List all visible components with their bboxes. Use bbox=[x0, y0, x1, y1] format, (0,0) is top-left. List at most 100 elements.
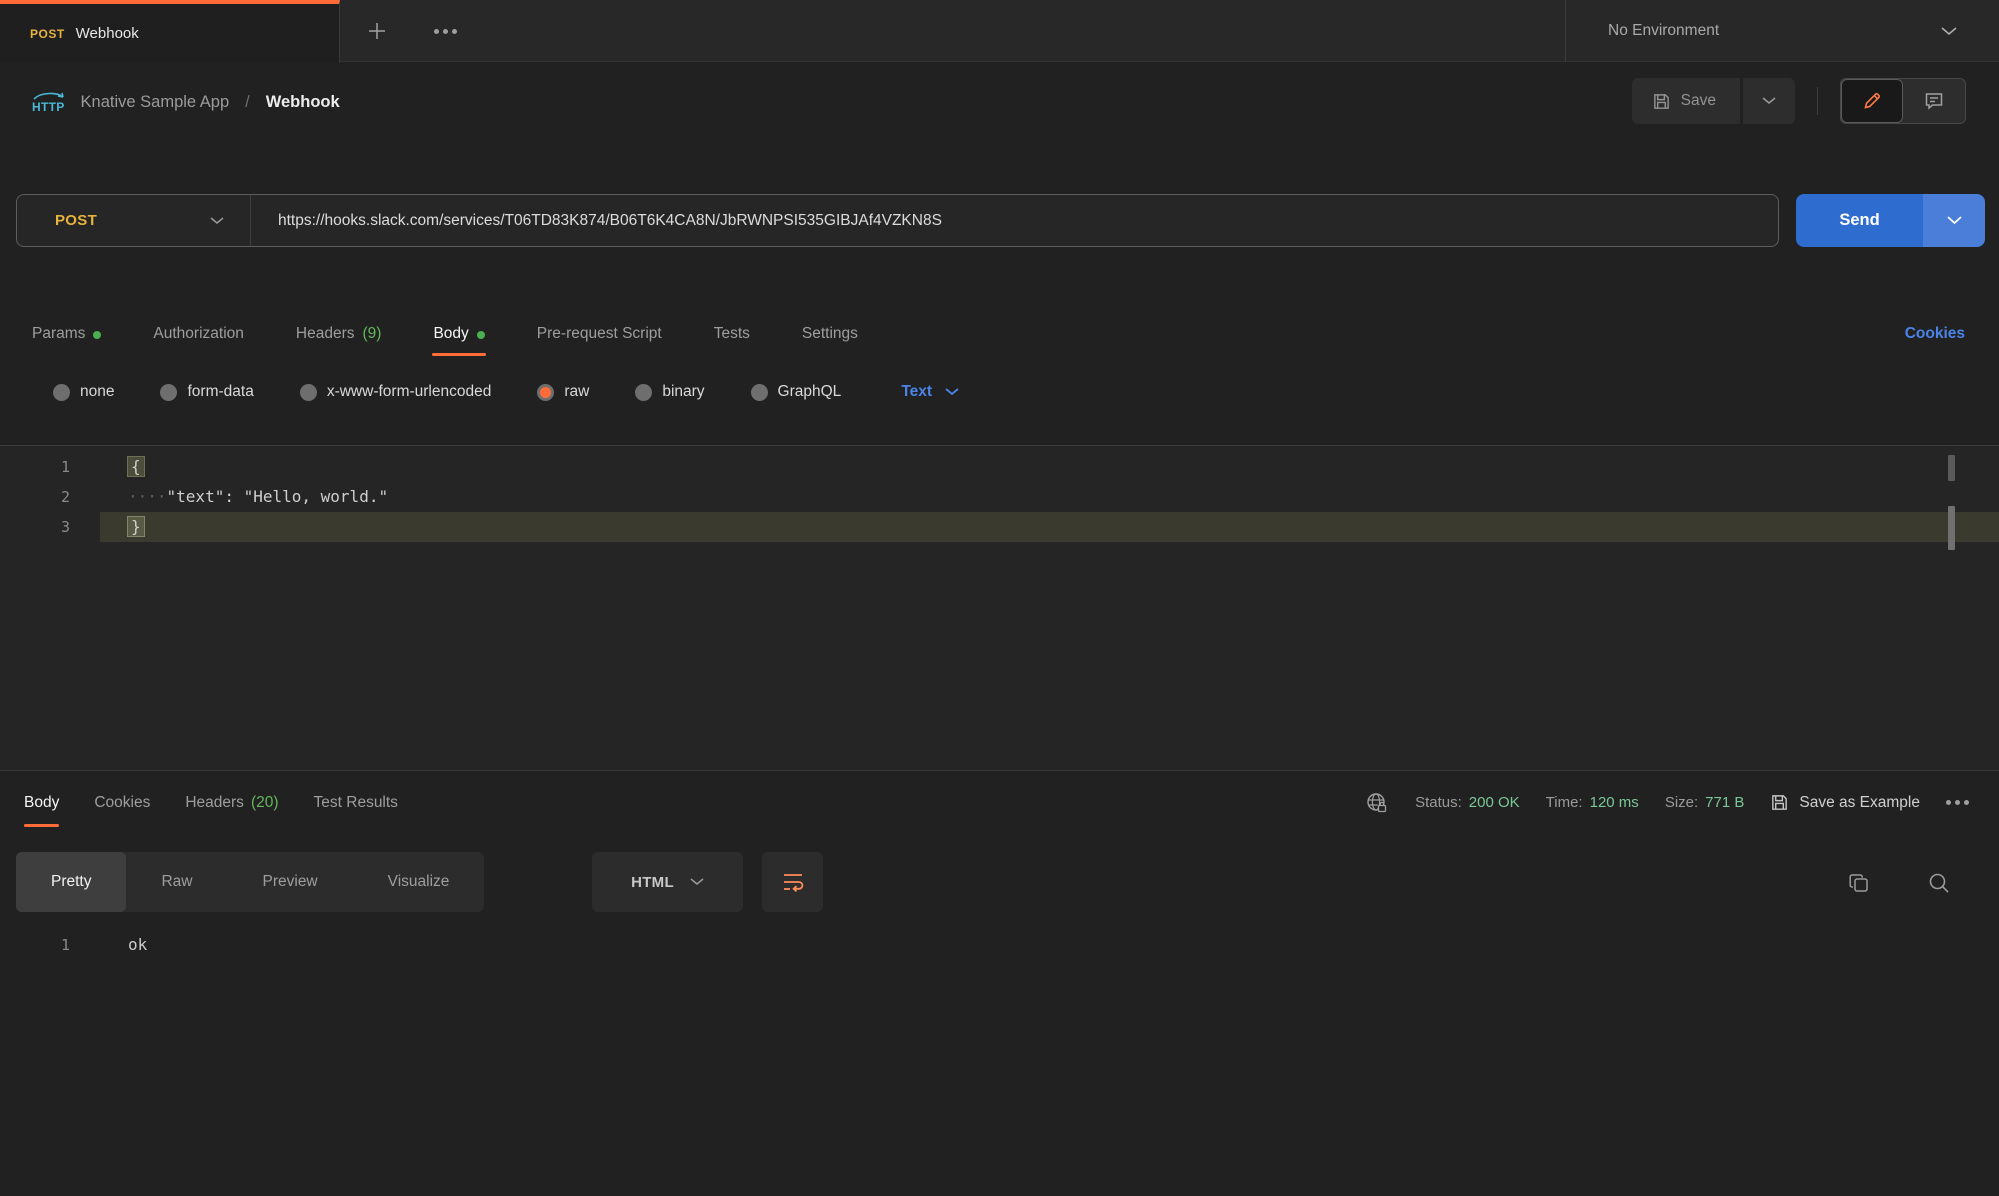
response-toolbar: Pretty Raw Preview Visualize HTML bbox=[0, 852, 1999, 912]
view-pretty[interactable]: Pretty bbox=[16, 852, 126, 912]
chevron-down-icon bbox=[1762, 97, 1776, 105]
chevron-down-icon bbox=[690, 878, 704, 886]
copy-response-button[interactable] bbox=[1846, 870, 1872, 896]
method-selector[interactable]: POST bbox=[17, 195, 251, 246]
response-tab-cookies[interactable]: Cookies bbox=[94, 778, 150, 827]
request-tab-webhook[interactable]: POST Webhook bbox=[0, 0, 340, 63]
chevron-down-icon bbox=[1941, 27, 1957, 36]
comments-button[interactable] bbox=[1903, 79, 1965, 123]
headers-count: (9) bbox=[362, 325, 381, 343]
cookies-link[interactable]: Cookies bbox=[1905, 325, 1965, 343]
tab-authorization[interactable]: Authorization bbox=[153, 312, 243, 356]
view-raw[interactable]: Raw bbox=[126, 852, 227, 912]
wrap-lines-button[interactable] bbox=[762, 852, 823, 912]
method-value: POST bbox=[55, 212, 97, 229]
tab-options-button[interactable] bbox=[428, 14, 462, 48]
response-tab-headers[interactable]: Headers (20) bbox=[185, 778, 278, 827]
comment-icon bbox=[1924, 91, 1944, 111]
response-tabs: Body Cookies Headers (20) Test Results bbox=[0, 778, 1200, 827]
chevron-down-icon bbox=[1947, 216, 1962, 225]
tab-params[interactable]: Params bbox=[32, 312, 101, 356]
save-as-example-button[interactable]: Save as Example bbox=[1770, 793, 1920, 812]
time-value: 120 ms bbox=[1590, 794, 1639, 811]
size-value: 771 B bbox=[1705, 794, 1744, 811]
radio-x-www-form-urlencoded[interactable]: x-www-form-urlencoded bbox=[300, 383, 492, 401]
status-value: 200 OK bbox=[1469, 794, 1520, 811]
radio-graphql[interactable]: GraphQL bbox=[751, 383, 842, 401]
radio-form-data[interactable]: form-data bbox=[160, 383, 253, 401]
send-options-button[interactable] bbox=[1923, 194, 1985, 247]
view-visualize[interactable]: Visualize bbox=[353, 852, 485, 912]
copy-icon bbox=[1848, 872, 1870, 894]
wrap-text-icon bbox=[781, 871, 805, 893]
save-icon bbox=[1770, 793, 1789, 812]
save-options-button[interactable] bbox=[1743, 78, 1795, 124]
radio-icon bbox=[53, 384, 70, 401]
more-options-icon bbox=[434, 29, 457, 34]
line-number: 3 bbox=[0, 512, 100, 542]
send-button[interactable]: Send bbox=[1796, 194, 1923, 247]
breadcrumb-separator: / bbox=[245, 93, 250, 112]
save-split-button: Save bbox=[1632, 78, 1795, 124]
radio-none[interactable]: none bbox=[53, 383, 114, 401]
raw-format-selector[interactable]: Text bbox=[901, 383, 959, 401]
postman-window: POST Webhook No Environment HTTP Knative… bbox=[0, 0, 1999, 1196]
response-body[interactable]: 1 ok bbox=[0, 930, 1999, 960]
whitespace-dots: ···· bbox=[128, 487, 167, 506]
search-response-button[interactable] bbox=[1926, 870, 1952, 896]
tab-body[interactable]: Body bbox=[433, 312, 484, 356]
save-icon bbox=[1652, 92, 1671, 111]
plus-icon bbox=[366, 20, 388, 42]
response-format-selector[interactable]: HTML bbox=[592, 852, 743, 912]
editor-line: 1 { bbox=[0, 452, 1999, 482]
new-tab-button[interactable] bbox=[360, 14, 394, 48]
response-view-switch: Pretty Raw Preview Visualize bbox=[16, 852, 484, 912]
view-preview[interactable]: Preview bbox=[228, 852, 353, 912]
radio-icon bbox=[635, 384, 652, 401]
url-input[interactable]: https://hooks.slack.com/services/T06TD83… bbox=[251, 212, 1778, 230]
bracket-highlight: { bbox=[128, 457, 144, 476]
search-icon bbox=[1927, 871, 1951, 895]
save-label: Save bbox=[1681, 92, 1716, 110]
response-tab-test-results[interactable]: Test Results bbox=[314, 778, 398, 827]
send-split-button: Send bbox=[1796, 194, 1985, 247]
save-button[interactable]: Save bbox=[1632, 78, 1740, 124]
tab-title: Webhook bbox=[76, 25, 139, 42]
request-tabs: Params Authorization Headers (9) Body Pr… bbox=[0, 312, 1999, 356]
response-headers-count: (20) bbox=[251, 794, 279, 812]
network-globe-lock-icon[interactable] bbox=[1365, 791, 1389, 815]
radio-icon-selected bbox=[537, 384, 554, 401]
environment-selector[interactable]: No Environment bbox=[1565, 0, 1999, 62]
line-number: 1 bbox=[0, 452, 100, 482]
divider bbox=[1817, 87, 1818, 115]
tab-headers[interactable]: Headers (9) bbox=[296, 312, 382, 356]
http-protocol-icon: HTTP bbox=[32, 91, 65, 114]
chevron-down-icon bbox=[945, 388, 959, 396]
response-text: ok bbox=[100, 930, 147, 960]
modified-dot bbox=[477, 331, 485, 339]
editor-line-active: 3 } bbox=[0, 512, 1999, 542]
response-tab-body[interactable]: Body bbox=[24, 778, 59, 827]
status-badge: Status: 200 OK bbox=[1415, 794, 1520, 811]
scrollbar-mark[interactable] bbox=[1948, 455, 1955, 481]
radio-raw[interactable]: raw bbox=[537, 383, 589, 401]
response-meta: Status: 200 OK Time: 120 ms Size: 771 B … bbox=[1365, 778, 1969, 827]
chevron-down-icon bbox=[210, 217, 224, 225]
tab-pre-request-script[interactable]: Pre-request Script bbox=[537, 312, 662, 356]
response-options-button[interactable] bbox=[1946, 800, 1969, 805]
environment-value: No Environment bbox=[1608, 22, 1719, 40]
request-tab-strip: POST Webhook No Environment bbox=[0, 0, 1999, 62]
tab-tests[interactable]: Tests bbox=[714, 312, 750, 356]
response-format-value: HTML bbox=[631, 874, 674, 891]
pencil-icon bbox=[1862, 91, 1882, 111]
time-badge: Time: 120 ms bbox=[1546, 794, 1639, 811]
scrollbar-mark[interactable] bbox=[1948, 506, 1955, 550]
tab-settings[interactable]: Settings bbox=[802, 312, 858, 356]
modified-dot bbox=[93, 331, 101, 339]
breadcrumb-collection[interactable]: Knative Sample App bbox=[81, 93, 230, 112]
radio-binary[interactable]: binary bbox=[635, 383, 704, 401]
request-body-editor[interactable]: 1 { 2 ····"text": "Hello, world." 3 } bbox=[0, 445, 1999, 770]
code-text: "text": "Hello, world." bbox=[167, 487, 389, 506]
edit-request-button[interactable] bbox=[1841, 79, 1903, 123]
breadcrumb-request-name[interactable]: Webhook bbox=[266, 93, 340, 112]
